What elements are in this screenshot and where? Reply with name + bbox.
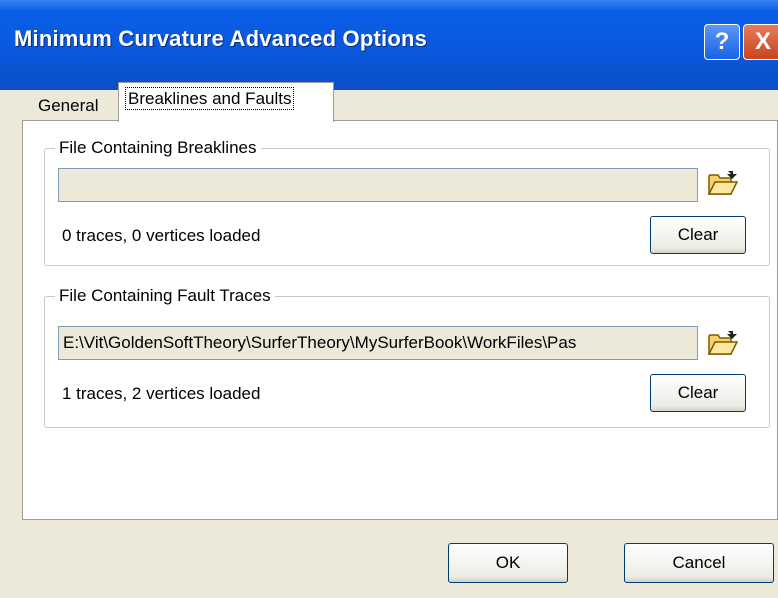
tab-breaklines-and-faults[interactable]: Breaklines and Faults bbox=[118, 82, 334, 122]
breaklines-file-field[interactable] bbox=[58, 168, 698, 202]
help-button[interactable]: ? bbox=[704, 24, 740, 60]
fault-traces-clear-button[interactable]: Clear bbox=[650, 374, 746, 412]
breaklines-group-label: File Containing Breaklines bbox=[59, 138, 257, 157]
tab-breaklines-label: Breaklines and Faults bbox=[125, 87, 295, 110]
title-bar: Minimum Curvature Advanced Options ? X bbox=[0, 0, 778, 90]
breaklines-clear-button[interactable]: Clear bbox=[650, 216, 746, 254]
tab-general[interactable]: General bbox=[30, 90, 114, 122]
fault-traces-group-label: File Containing Fault Traces bbox=[59, 286, 271, 305]
fault-traces-file-field[interactable]: E:\Vit\GoldenSoftTheory\SurferTheory\MyS… bbox=[58, 326, 698, 360]
breaklines-status: 0 traces, 0 vertices loaded bbox=[62, 226, 261, 245]
fault-traces-status: 1 traces, 2 vertices loaded bbox=[62, 384, 261, 403]
cancel-button[interactable]: Cancel bbox=[624, 543, 774, 583]
open-folder-icon[interactable] bbox=[706, 168, 740, 198]
window-title: Minimum Curvature Advanced Options bbox=[14, 26, 428, 51]
ok-button[interactable]: OK bbox=[448, 543, 568, 583]
close-button[interactable]: X bbox=[743, 24, 778, 60]
tab-general-label: General bbox=[38, 96, 99, 115]
open-folder-icon[interactable] bbox=[706, 328, 740, 358]
